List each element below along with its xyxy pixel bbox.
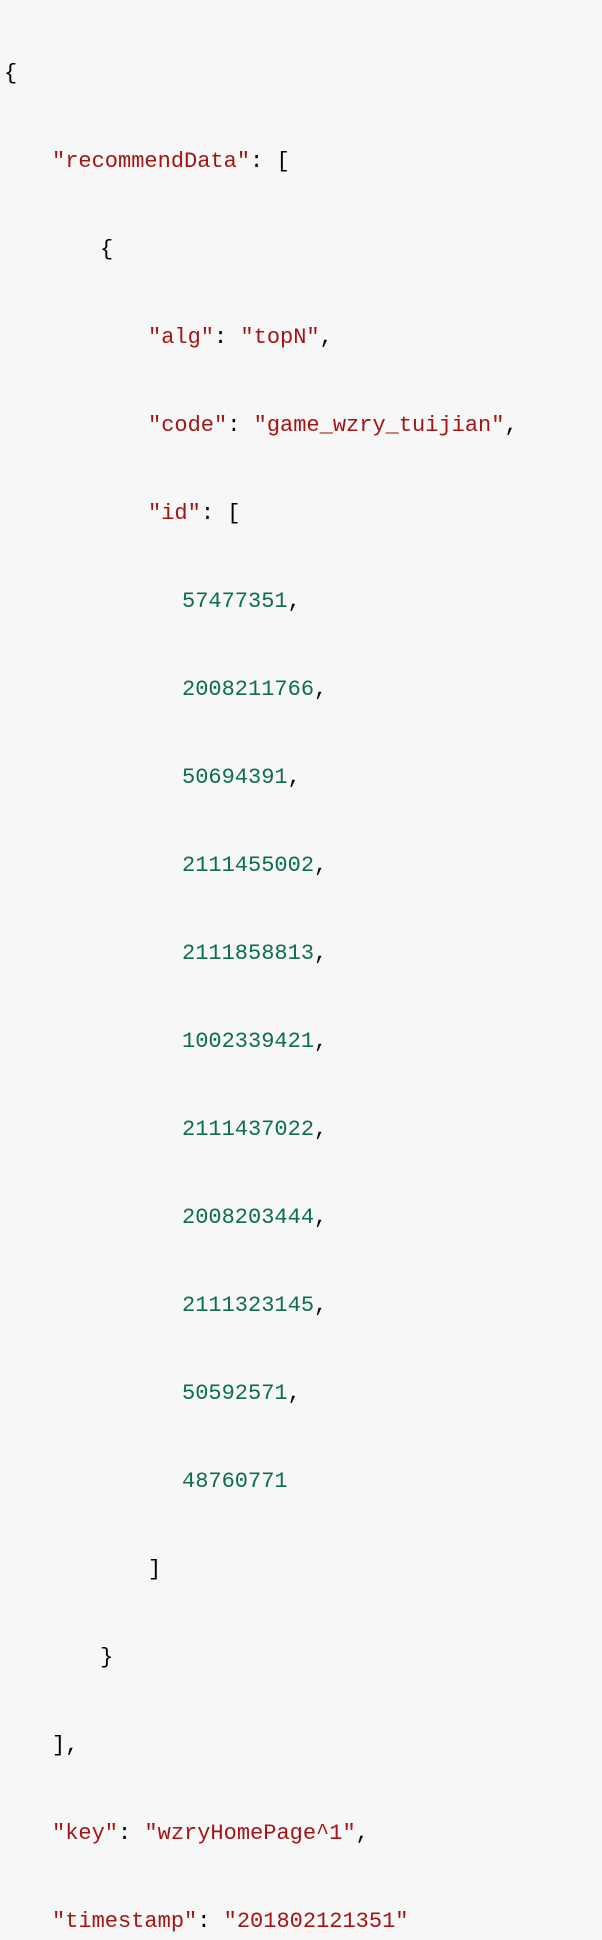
brace-open: { bbox=[4, 61, 17, 86]
punct: , bbox=[504, 413, 517, 438]
json-value-timestamp: "201802121351" bbox=[224, 1909, 409, 1934]
code-line: 50694391, bbox=[4, 756, 598, 800]
code-line: "timestamp": "201802121351" bbox=[4, 1900, 598, 1940]
bracket-close-comma: ], bbox=[52, 1733, 78, 1758]
punct: , bbox=[288, 589, 301, 614]
punct: , bbox=[320, 325, 333, 350]
code-line: ], bbox=[4, 1724, 598, 1768]
code-line: 50592571, bbox=[4, 1372, 598, 1416]
punct: , bbox=[314, 1117, 327, 1142]
punct: , bbox=[314, 677, 327, 702]
punct: : bbox=[197, 1909, 223, 1934]
punct: , bbox=[356, 1821, 369, 1846]
json-key-recommendData: "recommendData" bbox=[52, 149, 250, 174]
json-id-value: 50592571 bbox=[182, 1381, 288, 1406]
punct: , bbox=[314, 853, 327, 878]
json-id-value: 1002339421 bbox=[182, 1029, 314, 1054]
punct: : bbox=[214, 325, 240, 350]
punct: , bbox=[288, 765, 301, 790]
code-line: 2111437022, bbox=[4, 1108, 598, 1152]
json-id-value: 2111455002 bbox=[182, 853, 314, 878]
code-line: "key": "wzryHomePage^1", bbox=[4, 1812, 598, 1856]
code-line: "id": [ bbox=[4, 492, 598, 536]
code-line: 2111323145, bbox=[4, 1284, 598, 1328]
code-line: "alg": "topN", bbox=[4, 316, 598, 360]
json-id-value: 48760771 bbox=[182, 1469, 288, 1494]
punct: : [ bbox=[201, 501, 241, 526]
code-line: ] bbox=[4, 1548, 598, 1592]
json-key-key: "key" bbox=[52, 1821, 118, 1846]
code-line: { bbox=[4, 52, 598, 96]
punct: , bbox=[314, 1293, 327, 1318]
json-id-value: 2008211766 bbox=[182, 677, 314, 702]
brace-close: } bbox=[100, 1645, 113, 1670]
code-line: { bbox=[4, 228, 598, 272]
punct: , bbox=[314, 1205, 327, 1230]
json-key-alg: "alg" bbox=[148, 325, 214, 350]
bracket-close: ] bbox=[148, 1557, 161, 1582]
punct: : bbox=[118, 1821, 144, 1846]
code-line: "code": "game_wzry_tuijian", bbox=[4, 404, 598, 448]
punct: , bbox=[314, 941, 327, 966]
code-line: 2111455002, bbox=[4, 844, 598, 888]
code-line: 57477351, bbox=[4, 580, 598, 624]
punct: : bbox=[227, 413, 253, 438]
json-value-key: "wzryHomePage^1" bbox=[144, 1821, 355, 1846]
json-key-id: "id" bbox=[148, 501, 201, 526]
json-id-value: 2008203444 bbox=[182, 1205, 314, 1230]
code-line: "recommendData": [ bbox=[4, 140, 598, 184]
code-line: 48760771 bbox=[4, 1460, 598, 1504]
json-id-value: 50694391 bbox=[182, 765, 288, 790]
code-line: 2008211766, bbox=[4, 668, 598, 712]
json-code-block: { "recommendData": [ { "alg": "topN", "c… bbox=[4, 8, 598, 1940]
json-id-value: 2111858813 bbox=[182, 941, 314, 966]
json-key-timestamp: "timestamp" bbox=[52, 1909, 197, 1934]
json-key-code: "code" bbox=[148, 413, 227, 438]
brace-open: { bbox=[100, 237, 113, 262]
json-id-value: 2111437022 bbox=[182, 1117, 314, 1142]
punct: , bbox=[288, 1381, 301, 1406]
punct: , bbox=[314, 1029, 327, 1054]
code-line: 1002339421, bbox=[4, 1020, 598, 1064]
json-value-code: "game_wzry_tuijian" bbox=[254, 413, 505, 438]
punct: : [ bbox=[250, 149, 290, 174]
code-line: } bbox=[4, 1636, 598, 1680]
json-id-value: 2111323145 bbox=[182, 1293, 314, 1318]
code-line: 2111858813, bbox=[4, 932, 598, 976]
json-id-value: 57477351 bbox=[182, 589, 288, 614]
json-value-alg: "topN" bbox=[240, 325, 319, 350]
code-line: 2008203444, bbox=[4, 1196, 598, 1240]
